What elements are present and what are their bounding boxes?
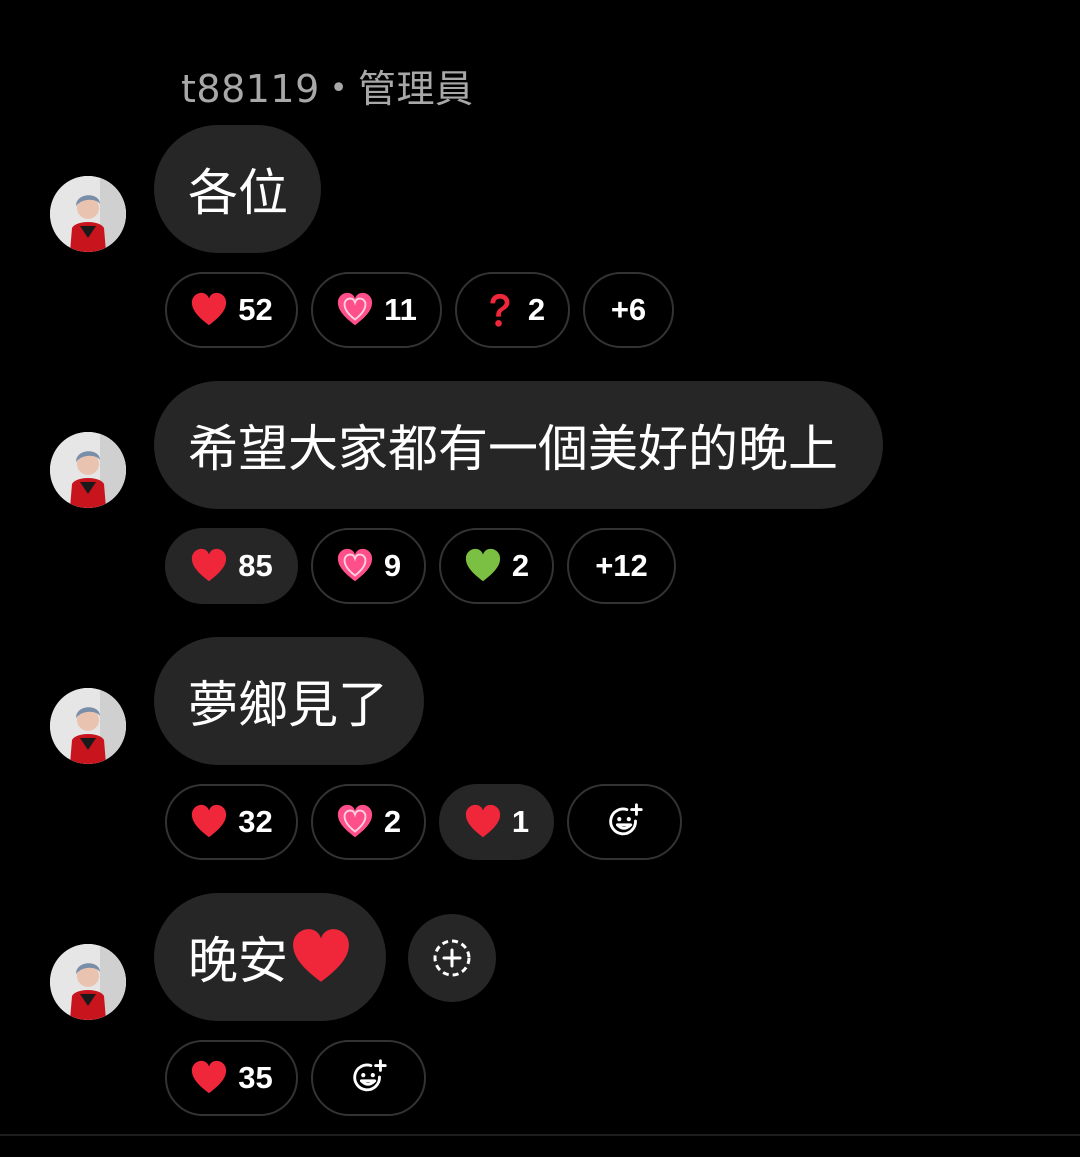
bottom-divider	[0, 1134, 1080, 1136]
avatar[interactable]	[50, 688, 126, 764]
reaction-chip-red-heart-selected[interactable]: 1	[439, 784, 554, 860]
sender-separator: •	[329, 71, 348, 106]
reaction-row: 35	[165, 1040, 439, 1116]
add-reaction-button[interactable]	[567, 784, 682, 860]
reaction-count: 52	[238, 292, 273, 327]
question-mark-icon	[480, 291, 518, 329]
reaction-count: 35	[238, 1060, 273, 1095]
reaction-more-button[interactable]: +6	[583, 272, 674, 348]
red-heart-icon	[464, 803, 502, 841]
sparkling-heart-icon	[336, 803, 374, 841]
reaction-chip-sparkling-heart[interactable]: 9	[311, 528, 426, 604]
message-bubble[interactable]: 晚安	[154, 893, 386, 1021]
add-reaction-button[interactable]	[311, 1040, 426, 1116]
reaction-chip-red-heart[interactable]: 35	[165, 1040, 298, 1116]
reaction-chip-green-heart[interactable]: 2	[439, 528, 554, 604]
reaction-count: 2	[511, 548, 530, 583]
reaction-chip-red-heart-selected[interactable]: 85	[165, 528, 298, 604]
reaction-chip-question-mark[interactable]: 2	[455, 272, 570, 348]
red-heart-icon	[190, 1059, 228, 1097]
reaction-more-count: +12	[595, 548, 648, 583]
sender-role: 管理員	[358, 67, 474, 111]
sparkling-heart-icon	[336, 547, 374, 585]
reaction-row: 52 11 2 +6	[165, 272, 687, 348]
reaction-chip-red-heart[interactable]: 52	[165, 272, 298, 348]
red-heart-icon	[290, 926, 352, 988]
sender-header: t88119 • 管理員	[181, 58, 474, 113]
reaction-row: 85 9 2 +12	[165, 528, 689, 604]
reaction-more-count: +6	[610, 292, 647, 327]
red-heart-icon	[190, 291, 228, 329]
red-heart-icon	[190, 803, 228, 841]
reaction-count: 2	[383, 804, 402, 839]
add-reaction-button[interactable]	[408, 914, 496, 1002]
message-bubble[interactable]: 各位	[154, 125, 321, 253]
add-reaction-dashed-icon	[433, 939, 471, 977]
avatar-photo-icon	[50, 944, 126, 1020]
reaction-count: 85	[238, 548, 273, 583]
avatar[interactable]	[50, 176, 126, 252]
reaction-chip-sparkling-heart[interactable]: 11	[311, 272, 442, 348]
add-emoji-icon	[604, 801, 646, 843]
sender-username[interactable]: t88119	[181, 67, 320, 111]
chat-thread: t88119 • 管理員 各位 52 11 2 +6 希望大家都有一個美好的晚上…	[0, 0, 1080, 1157]
reaction-more-button[interactable]: +12	[567, 528, 676, 604]
reaction-count: 1	[511, 804, 530, 839]
reaction-chip-red-heart[interactable]: 32	[165, 784, 298, 860]
message-text: 晚安	[188, 932, 288, 990]
sparkling-heart-icon	[336, 291, 374, 329]
reaction-chip-sparkling-heart[interactable]: 2	[311, 784, 426, 860]
reaction-count: 2	[527, 292, 546, 327]
message-text: 夢鄉見了	[188, 676, 388, 734]
reaction-count: 11	[384, 292, 417, 327]
add-emoji-icon	[348, 1057, 390, 1099]
avatar-photo-icon	[50, 176, 126, 252]
message-text: 各位	[188, 164, 288, 222]
message-text: 希望大家都有一個美好的晚上	[188, 420, 838, 478]
avatar[interactable]	[50, 432, 126, 508]
message-bubble[interactable]: 夢鄉見了	[154, 637, 424, 765]
red-heart-icon	[190, 547, 228, 585]
reaction-count: 32	[238, 804, 273, 839]
reaction-count: 9	[383, 548, 402, 583]
message-bubble[interactable]: 希望大家都有一個美好的晚上	[154, 381, 883, 509]
avatar[interactable]	[50, 944, 126, 1020]
avatar-photo-icon	[50, 432, 126, 508]
reaction-row: 32 2 1	[165, 784, 695, 860]
green-heart-icon	[464, 547, 502, 585]
avatar-photo-icon	[50, 688, 126, 764]
